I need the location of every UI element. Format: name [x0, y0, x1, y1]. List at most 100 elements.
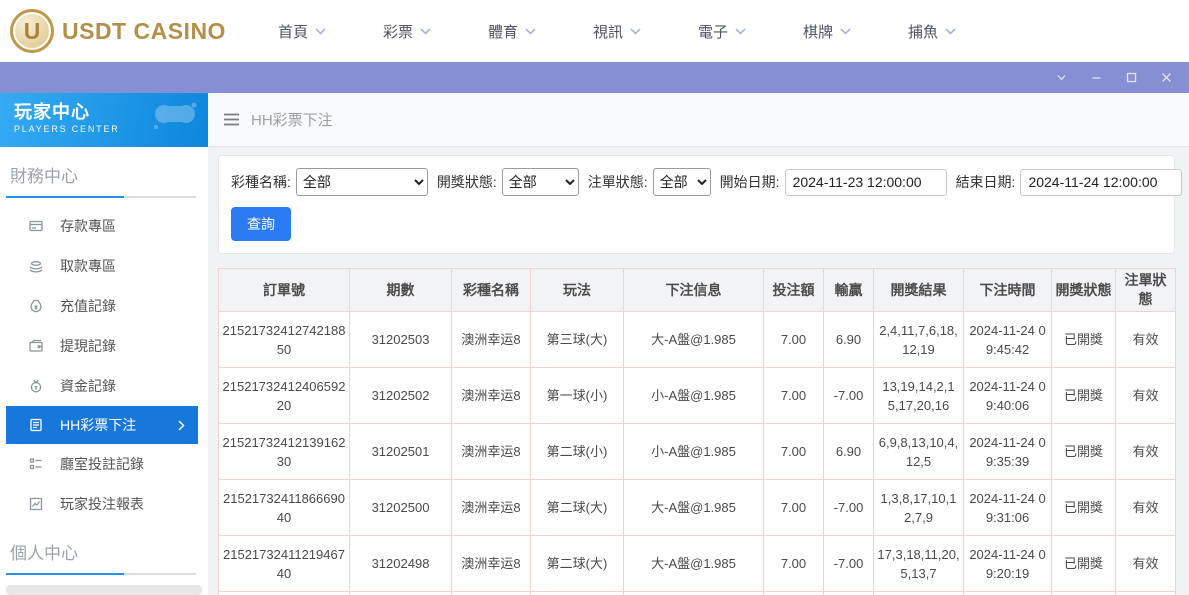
table-cell: 第二球(大) [530, 479, 624, 536]
chevron-down-icon[interactable] [1054, 71, 1068, 85]
end-date-input[interactable] [1020, 168, 1183, 196]
lottery-name-select[interactable]: 全部 [295, 168, 428, 196]
search-button[interactable]: 查詢 [231, 207, 291, 241]
table-cell: 有效 [1115, 479, 1176, 536]
column-header: 開獎狀態 [1051, 268, 1116, 312]
table-row-partial [218, 591, 1176, 595]
nav-item-label: 視訊 [593, 23, 624, 41]
table-cell [1115, 591, 1176, 595]
draw-status-select[interactable]: 全部 [501, 168, 579, 196]
table-cell: 31202500 [349, 479, 452, 536]
nav-item-live[interactable]: 視訊 [593, 21, 641, 42]
recharge-record-icon [28, 298, 44, 314]
room-bet-record-icon [28, 456, 44, 472]
table-cell [530, 591, 624, 595]
main-content: HH彩票下注 彩種名稱: 全部 開獎狀態: 全部 注單狀態: 全部 開始日期: … [208, 93, 1189, 595]
start-date-input[interactable] [784, 168, 947, 196]
sidebar-item-player-bet-report[interactable]: 玩家投注報表 [0, 484, 208, 524]
table-cell: 第一球(小) [530, 367, 624, 424]
nav-item-label: 棋牌 [803, 23, 834, 41]
nav-item-fishing[interactable]: 捕魚 [908, 21, 956, 42]
nav-item-cards[interactable]: 棋牌 [803, 21, 851, 42]
column-header: 彩種名稱 [451, 268, 531, 312]
sidebar-item-deposit[interactable]: 存款專區 [0, 206, 208, 246]
sidebar: 玩家中心 PLAYERS CENTER 財務中心 存款專區 取款專區 充值記錄 … [0, 93, 208, 595]
table-cell: 7.00 [763, 367, 824, 424]
maximize-icon[interactable] [1124, 71, 1138, 85]
table-cell: -7.00 [823, 367, 874, 424]
section-underline [6, 196, 196, 198]
sidebar-item-hh-lottery-bets[interactable]: HH彩票下注 [6, 406, 198, 444]
table-cell: 2024-11-24 09:20:19 [963, 535, 1052, 592]
column-header: 注單狀態 [1115, 268, 1176, 312]
table-cell: 大-A盤@1.985 [623, 479, 764, 536]
chevron-down-icon [420, 27, 431, 35]
table-row: 2152173241240659220 31202502 澳洲幸运8 第一球(小) 小-… [218, 367, 1176, 424]
table-cell: 已開獎 [1051, 535, 1116, 592]
funds-record-icon [28, 378, 44, 394]
filter-panel: 彩種名稱: 全部 開獎狀態: 全部 注單狀態: 全部 開始日期: 2024-11… [218, 155, 1183, 254]
column-header: 輸贏 [823, 268, 874, 312]
table-cell: 2152173241121946740 [218, 535, 350, 592]
start-date-label: 開始日期: [719, 174, 780, 190]
chevron-down-icon [315, 27, 326, 35]
table-cell: 7.00 [763, 311, 824, 368]
table-cell: 小-A盤@1.985 [623, 367, 764, 424]
withdrawal-record-icon [28, 338, 44, 354]
table-cell: 17,3,18,11,20,5,13,7 [873, 535, 964, 592]
table-cell: 7.00 [763, 535, 824, 592]
table-cell: 2152173241240659220 [218, 367, 350, 424]
breadcrumb: HH彩票下注 [208, 93, 1189, 147]
sidebar-item-label: 玩家投注報表 [60, 496, 144, 512]
sidebar-item-withdrawal-records[interactable]: 提現記錄 [0, 326, 208, 366]
sidebar-item-funds-records[interactable]: 資金記錄 [0, 366, 208, 406]
draw-status-label: 開獎狀態: [436, 174, 497, 190]
logo[interactable]: U USDT CASINO [10, 9, 226, 53]
gamepad-icon [154, 102, 197, 129]
table-row: 2152173241121946740 31202498 澳洲幸运8 第二球(大) 大-… [218, 535, 1176, 592]
minimize-icon[interactable] [1089, 71, 1103, 85]
nav-item-slots[interactable]: 電子 [698, 21, 746, 42]
sidebar-item-label: 廳室投註記錄 [60, 456, 144, 472]
section-underline [6, 573, 196, 575]
table-row: 2152173241274218850 31202503 澳洲幸运8 第三球(大) 大-… [218, 311, 1176, 368]
table-cell: 2152173241213916230 [218, 423, 350, 480]
sidebar-item-label: HH彩票下注 [60, 417, 137, 433]
column-header: 訂單號 [218, 268, 350, 312]
hamburger-menu-icon[interactable] [223, 113, 240, 126]
sidebar-scrollbar[interactable] [6, 585, 202, 595]
table-cell: 31202502 [349, 367, 452, 424]
table-cell: 6.90 [823, 423, 874, 480]
sidebar-item-recharge-records[interactable]: 充值記錄 [0, 286, 208, 326]
table-cell: 2024-11-24 09:45:42 [963, 311, 1052, 368]
chevron-down-icon [945, 27, 956, 35]
nav-item-label: 體育 [487, 23, 518, 41]
table-cell: 2152173241186669040 [218, 479, 350, 536]
main-nav: 首頁 彩票 體育 視訊 電子 棋牌 捕魚 [278, 21, 956, 42]
nav-item-label: 彩票 [382, 23, 413, 41]
column-header: 下注時間 [963, 268, 1052, 312]
chevron-right-icon [178, 419, 185, 431]
sidebar-item-withdraw[interactable]: 取款專區 [0, 246, 208, 286]
sidebar-item-room-bet-records[interactable]: 廳室投註記錄 [0, 444, 208, 484]
nav-item-sports[interactable]: 體育 [488, 21, 536, 42]
table-cell: 第三球(大) [530, 311, 624, 368]
table-cell [963, 591, 1052, 595]
table-cell [873, 591, 964, 595]
end-date-label: 結束日期: [955, 174, 1016, 190]
withdraw-icon [28, 258, 44, 274]
table-cell: 有效 [1115, 311, 1176, 368]
column-header: 玩法 [530, 268, 624, 312]
table-cell: 澳洲幸运8 [451, 423, 531, 480]
table-cell: 31202498 [349, 535, 452, 592]
table-cell: 澳洲幸运8 [451, 479, 531, 536]
nav-item-lottery[interactable]: 彩票 [383, 21, 431, 42]
logo-icon: U [10, 9, 54, 53]
bet-status-select[interactable]: 全部 [652, 168, 711, 196]
close-icon[interactable] [1159, 71, 1173, 85]
table-cell: 2152173241274218850 [218, 311, 350, 368]
deposit-icon [28, 218, 44, 234]
table-cell: 1,3,8,17,10,12,7,9 [873, 479, 964, 536]
table-cell: 有效 [1115, 423, 1176, 480]
nav-item-home[interactable]: 首頁 [278, 21, 326, 42]
